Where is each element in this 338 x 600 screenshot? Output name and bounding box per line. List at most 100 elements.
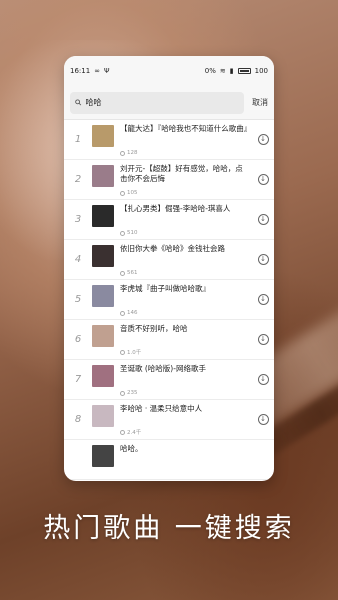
song-title: 音质不好别听，哈哈 [120,324,188,333]
play-count-value: 2.4千 [127,430,142,436]
result-row[interactable]: 哈哈。 ↓ [64,440,274,480]
play-count: 105 [120,190,138,196]
download-icon: ↓ [257,134,269,145]
play-count-icon [120,310,125,316]
download-button[interactable]: ↓ [252,414,274,425]
download-icon: ↓ [257,414,269,425]
result-row[interactable]: 8 李哈哈 · 温柔只给意中人 2.4千 ↓ [64,400,274,440]
status-signal-text: 0% [204,67,216,75]
song-thumbnail [92,244,114,267]
download-button[interactable]: ↓ [252,294,274,305]
play-count: 128 [120,150,138,156]
download-button[interactable]: ↓ [252,254,274,265]
play-count-icon [120,270,125,276]
cancel-button[interactable]: 取消 [252,97,268,108]
status-bar: 16:11 ∞ Ψ 0% ≋ ▮ 100 [64,56,274,86]
download-button[interactable]: ↓ [252,374,274,385]
song-title: 圣诞歌 (哈哈版)-网络歌手 [120,364,206,373]
download-button[interactable]: ↓ [252,174,274,185]
song-info: 李哈哈 · 温柔只给意中人 2.4千 [114,400,252,439]
result-row[interactable]: 5 李虎城『曲子叫做哈哈歌』 146 ↓ [64,280,274,320]
play-count-icon [120,349,125,355]
song-thumbnail [92,204,114,227]
play-count: 146 [120,310,138,316]
song-info: 音质不好别听，哈哈 1.0千 [114,320,252,359]
song-title: 哈哈。 [120,444,143,453]
search-bar: 取消 [64,86,274,120]
download-icon: ↓ [257,374,269,385]
play-count: 235 [120,390,138,396]
search-input[interactable] [85,98,239,107]
result-list: 1 【龍大达】『哈哈我也不知道什么歌曲』 128 ↓ 2 刘开元-【超鼓】好有感… [64,120,274,480]
play-count-value: 235 [127,390,138,396]
song-title: 【龍大达】『哈哈我也不知道什么歌曲』 [120,124,248,133]
battery-icon [237,68,251,74]
play-count-value: 561 [127,270,138,276]
song-info: 【龍大达】『哈哈我也不知道什么歌曲』 128 [114,120,252,159]
rank-number: 2 [74,174,82,185]
play-count-icon [120,190,125,196]
infinity-icon: ∞ [94,67,101,75]
song-info: 依旧你大拳《哈哈》金钱社会路 561 [114,240,252,279]
signal-icon: ▮ [229,67,234,75]
song-thumbnail [92,284,114,307]
phone-screen: 16:11 ∞ Ψ 0% ≋ ▮ 100 取消 1 【龍大达】『哈哈我也不知道什… [64,56,274,481]
result-row[interactable]: 2 刘开元-【超鼓】好有感觉，哈哈，点击你不会后悔 105 ↓ [64,160,274,200]
play-count: 2.4千 [120,428,141,436]
rank-number: 4 [74,254,82,265]
song-title: 李虎城『曲子叫做哈哈歌』 [120,284,210,293]
song-title: 李哈哈 · 温柔只给意中人 [120,404,203,413]
download-icon: ↓ [257,294,269,305]
play-count: 510 [120,230,138,236]
download-button[interactable]: ↓ [252,214,274,225]
result-row[interactable]: 4 依旧你大拳《哈哈》金钱社会路 561 ↓ [64,240,274,280]
battery-level: 100 [254,67,268,75]
result-row[interactable]: 7 圣诞歌 (哈哈版)-网络歌手 235 ↓ [64,360,274,400]
play-count-icon [120,230,125,236]
rank-number: 7 [74,374,82,385]
play-count: 1.0千 [120,348,141,356]
song-thumbnail [92,124,114,147]
rank-number: 3 [74,214,82,225]
song-title: 依旧你大拳《哈哈》金钱社会路 [120,244,225,253]
song-thumbnail [92,324,114,347]
search-icon [75,99,82,106]
song-thumbnail [92,404,114,427]
song-thumbnail [92,444,114,467]
status-time: 16:11 [70,67,91,75]
download-icon: ↓ [257,174,269,185]
play-count-value: 105 [127,190,138,196]
wifi-icon: ≋ [219,67,226,75]
download-icon: ↓ [257,334,269,345]
play-count-icon [120,390,125,396]
rank-number: 1 [74,134,82,145]
play-count: 561 [120,270,138,276]
song-thumbnail [92,364,114,387]
song-info: 李虎城『曲子叫做哈哈歌』 146 [114,280,252,319]
usb-icon: Ψ [104,67,110,75]
search-box[interactable] [70,91,244,114]
play-count-value: 510 [127,230,138,236]
song-info: 哈哈。 [114,440,252,479]
song-info: 【扎心男类】倔强-李哈哈-琪喜人 510 [114,200,252,239]
play-count-value: 146 [127,310,138,316]
result-row[interactable]: 3 【扎心男类】倔强-李哈哈-琪喜人 510 ↓ [64,200,274,240]
play-count-icon [120,150,125,156]
song-title: 刘开元-【超鼓】好有感觉，哈哈，点击你不会后悔 [120,164,243,183]
result-row[interactable]: 1 【龍大达】『哈哈我也不知道什么歌曲』 128 ↓ [64,120,274,160]
song-title: 【扎心男类】倔强-李哈哈-琪喜人 [120,204,231,213]
rank-number: 6 [74,334,82,345]
download-icon: ↓ [257,214,269,225]
download-button[interactable]: ↓ [252,134,274,145]
song-thumbnail [92,164,114,187]
download-icon: ↓ [257,254,269,265]
rank-number: 5 [74,294,82,305]
play-count-icon [120,429,125,435]
download-button[interactable]: ↓ [252,334,274,345]
rank-number: 8 [74,414,82,425]
song-info: 刘开元-【超鼓】好有感觉，哈哈，点击你不会后悔 105 [114,160,252,199]
result-row[interactable]: 6 音质不好别听，哈哈 1.0千 ↓ [64,320,274,360]
play-count-value: 128 [127,150,138,156]
tagline: 热门歌曲 一键搜索 [43,513,295,544]
song-info: 圣诞歌 (哈哈版)-网络歌手 235 [114,360,252,399]
